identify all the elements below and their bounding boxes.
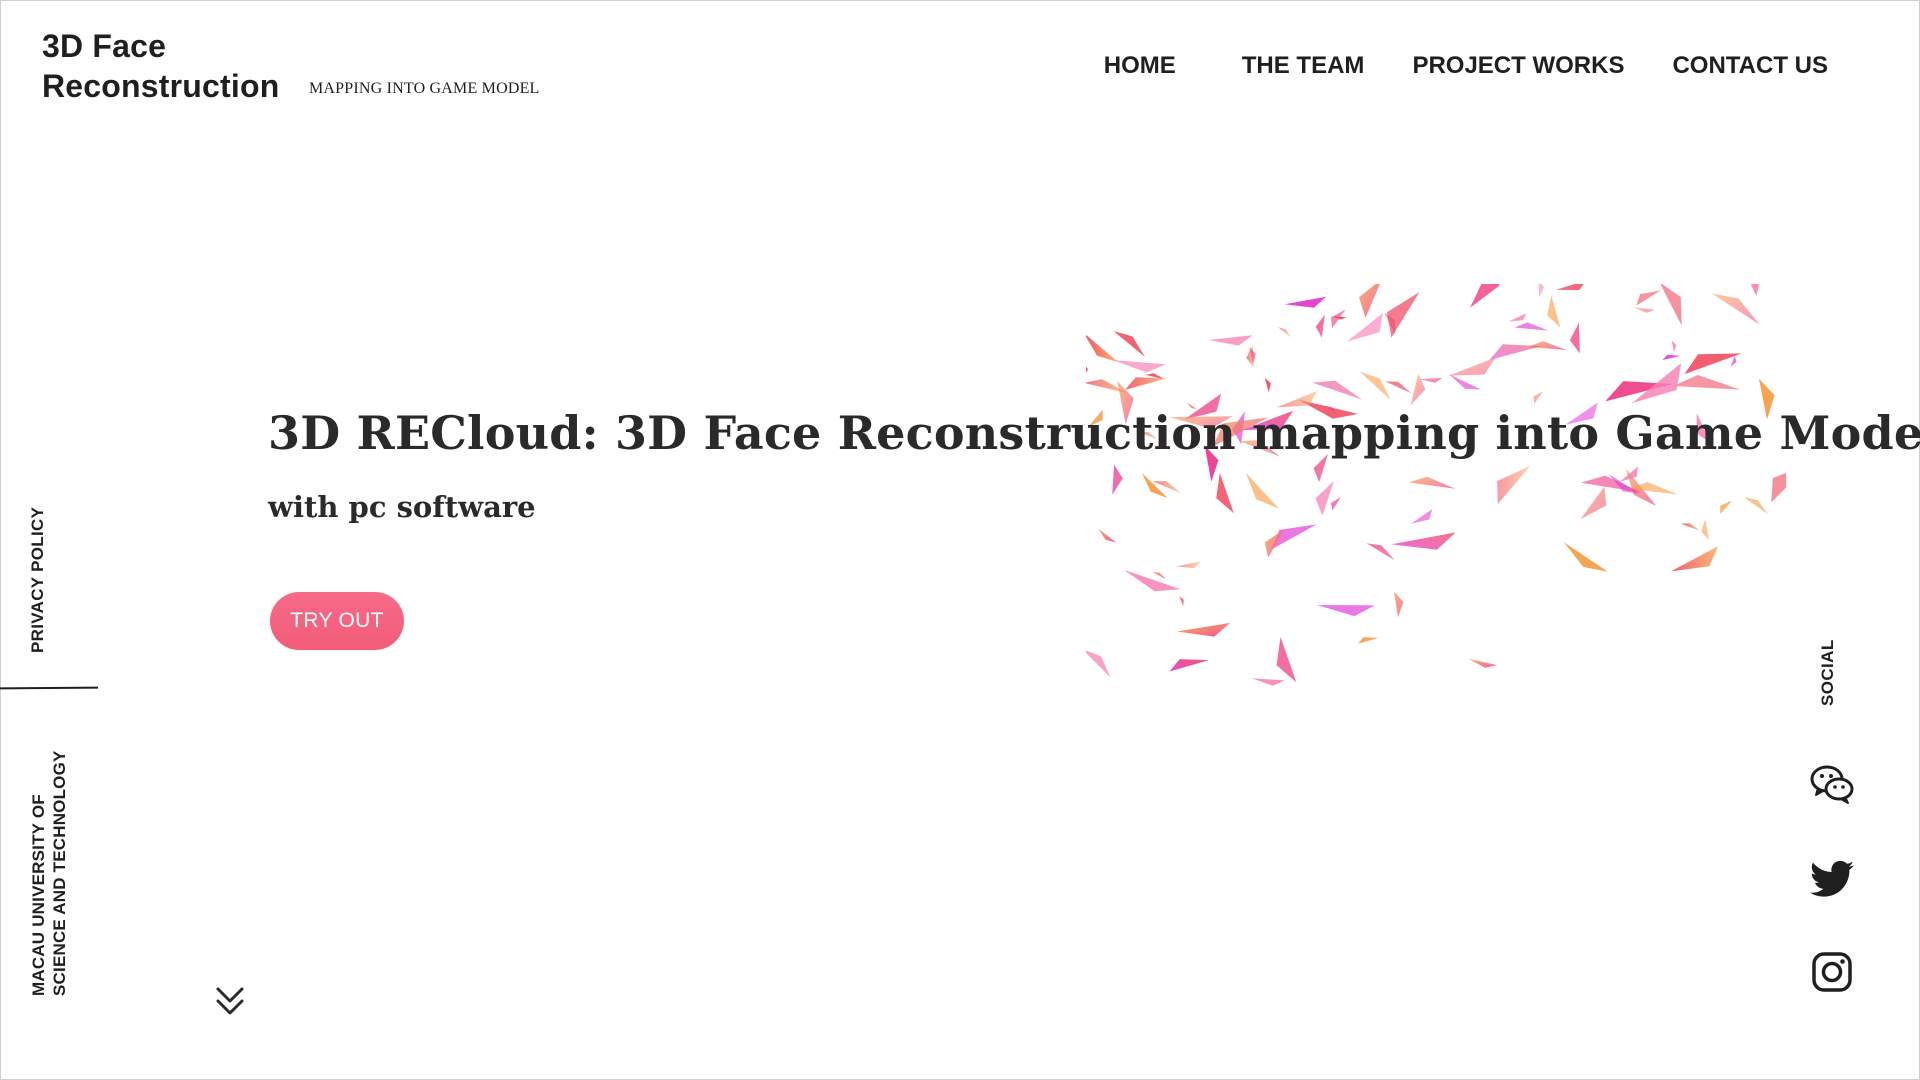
logo-title-line-1: 3D Face	[42, 28, 167, 64]
particle-triangle	[1419, 377, 1443, 383]
particle-triangle	[1391, 532, 1456, 550]
particle-triangle	[1514, 322, 1549, 331]
particle-triangle	[1315, 314, 1325, 338]
try-out-button[interactable]: TRY OUT	[270, 592, 404, 650]
particle-triangle	[1366, 543, 1395, 561]
particle-triangle	[1251, 678, 1285, 686]
particle-triangle	[1316, 605, 1375, 617]
particle-triangle	[1359, 371, 1391, 400]
particle-triangle	[1662, 354, 1681, 361]
privacy-policy-link[interactable]: PRIVACY POLICY	[28, 498, 48, 653]
particle-triangle	[1701, 519, 1710, 541]
particle-triangle	[1086, 650, 1111, 678]
particle-triangle	[1730, 355, 1737, 367]
particle-triangle	[1508, 313, 1527, 322]
particle-triangle	[1448, 357, 1496, 376]
particle-triangle	[1112, 464, 1123, 495]
hero-subtitle: with pc software	[268, 490, 536, 524]
particle-triangle	[1680, 523, 1700, 531]
particle-triangle	[1216, 473, 1234, 514]
particle-triangle	[1633, 307, 1655, 313]
social-label: SOCIAL	[1818, 639, 1837, 706]
particle-triangle	[1347, 313, 1383, 342]
particle-triangle	[1113, 331, 1145, 357]
particle-triangle	[1497, 465, 1531, 504]
particle-triangle	[1468, 658, 1498, 668]
twitter-icon[interactable]	[1808, 856, 1856, 904]
nav-home[interactable]: HOME	[1104, 52, 1176, 80]
particle-triangle	[1276, 636, 1297, 683]
particle-triangle	[1671, 340, 1677, 353]
particle-triangle	[1315, 481, 1334, 516]
instagram-icon[interactable]	[1808, 948, 1856, 996]
particle-triangle	[1673, 375, 1741, 390]
particle-triangle	[1569, 322, 1580, 354]
site-logo[interactable]: 3D Face Reconstruction MAPPING INTO GAME…	[42, 26, 539, 106]
particle-triangle	[1086, 334, 1119, 363]
particle-triangle	[1556, 284, 1584, 291]
particle-triangle	[1098, 528, 1117, 543]
university-label: MACAU UNIVERSITY OF SCIENCE AND TECHNOLO…	[28, 726, 70, 996]
nav-the-team[interactable]: THE TEAM	[1242, 52, 1365, 80]
particle-triangle	[1393, 591, 1404, 618]
particle-triangle	[1564, 542, 1608, 572]
particle-triangle	[1470, 284, 1500, 308]
particle-triangle	[1125, 377, 1167, 390]
logo-title-line-2: Reconstruction	[42, 68, 280, 104]
hero-triangle-art	[1086, 284, 1786, 686]
particle-triangle	[1177, 622, 1231, 637]
university-line-2: SCIENCE AND TECHNOLOGY	[50, 750, 69, 996]
particle-triangle	[1387, 292, 1420, 338]
wechat-icon[interactable]	[1808, 760, 1856, 808]
nav-contact-us[interactable]: CONTACT US	[1672, 52, 1828, 80]
particle-triangle	[1123, 569, 1181, 592]
particle-triangle	[1312, 380, 1363, 400]
particle-triangle	[1743, 497, 1768, 515]
hero-title: 3D RECloud: 3D Face Reconstruction mappi…	[268, 406, 1920, 460]
particle-triangle	[1176, 561, 1201, 569]
particle-triangle	[1528, 341, 1567, 351]
particle-triangle	[1751, 284, 1760, 296]
particle-triangle	[1245, 472, 1279, 509]
particle-triangle	[1636, 290, 1661, 306]
particle-triangle	[1331, 497, 1341, 511]
particle-triangle	[1331, 309, 1346, 329]
particle-triangle	[1113, 360, 1167, 373]
particle-triangle	[1264, 377, 1271, 393]
particle-triangle	[1410, 374, 1426, 406]
particle-triangle	[1720, 500, 1733, 514]
particle-triangle	[1152, 572, 1167, 580]
particle-triangle	[1711, 293, 1760, 325]
particle-triangle	[1580, 486, 1607, 520]
particle-triangle	[1449, 374, 1482, 390]
particle-triangle	[1771, 472, 1786, 503]
logo-title: 3D Face Reconstruction	[42, 26, 280, 106]
particle-triangle	[1489, 344, 1542, 361]
particle-triangle	[1410, 509, 1433, 524]
particle-triangle	[1385, 381, 1412, 394]
particle-triangle	[1359, 284, 1380, 318]
nav-project-works[interactable]: PROJECT WORKS	[1412, 52, 1624, 80]
particle-triangle	[1169, 659, 1209, 672]
logo-tagline: MAPPING INTO GAME MODEL	[309, 80, 540, 97]
main-nav: HOME THE TEAM PROJECT WORKS CONTACT US	[1104, 52, 1828, 80]
university-line-1: MACAU UNIVERSITY OF	[29, 794, 48, 996]
double-chevron-down-icon[interactable]	[214, 985, 246, 1019]
particle-triangle	[1358, 637, 1379, 644]
particle-triangle	[1179, 596, 1184, 607]
particle-triangle	[1408, 476, 1456, 489]
particle-triangle	[1278, 327, 1292, 338]
particle-triangle	[1284, 296, 1327, 308]
particle-triangle	[1670, 546, 1719, 572]
particle-triangle	[1660, 284, 1682, 326]
particle-triangle	[1547, 295, 1561, 328]
particle-triangle	[1208, 335, 1253, 346]
particle-triangle	[1538, 284, 1545, 298]
particle-triangle	[1086, 366, 1088, 373]
